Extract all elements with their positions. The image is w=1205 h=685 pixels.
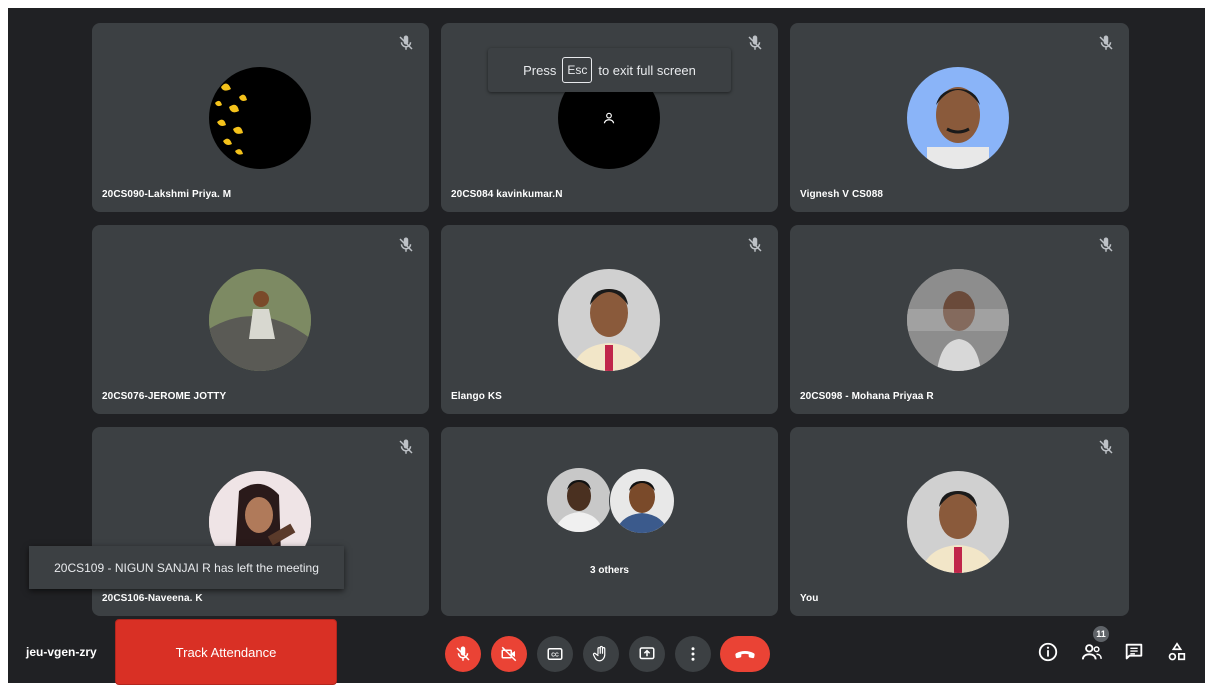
camera-off-icon: [501, 646, 517, 662]
participant-name: 20CS076-JEROME JOTTY: [102, 391, 227, 402]
avatar: [558, 269, 660, 371]
avatar: [209, 269, 311, 371]
more-vertical-icon: [691, 647, 695, 661]
participant-name: You: [800, 593, 819, 604]
mic-off-icon: [399, 439, 413, 454]
avatar: [547, 468, 611, 532]
avatar: [907, 269, 1009, 371]
mic-off-icon: [399, 35, 413, 50]
track-attendance-button[interactable]: Track Attendance: [115, 619, 337, 685]
participant-tile[interactable]: 20CS090-Lakshmi Priya. M: [92, 23, 429, 212]
avatar: [209, 67, 311, 169]
mic-off-icon: [1099, 237, 1113, 252]
activities-button[interactable]: [1165, 640, 1189, 664]
mic-toggle-button[interactable]: [445, 636, 481, 672]
mic-off-icon: [748, 237, 762, 252]
more-options-button[interactable]: [675, 636, 711, 672]
raise-hand-icon: [592, 645, 606, 662]
fullscreen-hint: Press Esc to exit full screen: [488, 48, 731, 92]
mic-off-icon: [748, 35, 762, 50]
participant-name: Vignesh V CS088: [800, 189, 884, 200]
svg-text:CC: CC: [551, 652, 559, 658]
captions-button[interactable]: CC: [537, 636, 573, 672]
participant-tile[interactable]: Vignesh V CS088: [790, 23, 1129, 212]
fullscreen-hint-press: Press: [523, 62, 557, 78]
participant-name: 20CS098 - Mohana Priyaa R: [800, 391, 934, 402]
others-tile[interactable]: 3 others: [441, 427, 778, 616]
people-icon: [1081, 644, 1102, 660]
present-screen-icon: [639, 647, 655, 660]
participants-count-badge: 11: [1093, 626, 1109, 642]
mic-off-icon: [456, 646, 470, 661]
camera-toggle-button[interactable]: [491, 636, 527, 672]
mic-off-icon: [399, 237, 413, 252]
participant-name: Elango KS: [451, 391, 502, 402]
meeting-details-button[interactable]: [1036, 640, 1060, 664]
participant-name: 20CS106-Naveena. K: [102, 593, 203, 604]
leave-call-button[interactable]: [720, 636, 770, 672]
participant-name: 20CS090-Lakshmi Priya. M: [102, 189, 232, 200]
chat-button[interactable]: [1122, 640, 1146, 664]
self-tile[interactable]: You: [790, 427, 1129, 616]
person-icon: [603, 112, 615, 124]
avatar: [907, 67, 1009, 169]
fullscreen-hint-rest: to exit full screen: [598, 62, 696, 78]
participant-tile[interactable]: Elango KS: [441, 225, 778, 414]
participant-tile[interactable]: 20CS098 - Mohana Priyaa R: [790, 225, 1129, 414]
meeting-code: jeu-vgen-zry: [26, 645, 97, 659]
present-screen-button[interactable]: [629, 636, 665, 672]
raise-hand-button[interactable]: [583, 636, 619, 672]
mic-off-icon: [1099, 439, 1113, 454]
participant-tile[interactable]: 20CS076-JEROME JOTTY: [92, 225, 429, 414]
closed-captions-icon: CC: [547, 648, 563, 660]
activities-icon: [1168, 642, 1186, 661]
others-count-label: 3 others: [590, 565, 629, 576]
hang-up-icon: [735, 651, 755, 659]
participant-name: 20CS084 kavinkumar.N: [451, 189, 563, 200]
chat-icon: [1125, 643, 1143, 660]
avatar: [907, 471, 1009, 573]
people-button[interactable]: [1080, 640, 1104, 664]
meeting-stage: 20CS090-Lakshmi Priya. M 20CS084 kavinku…: [8, 8, 1205, 685]
mic-off-icon: [1099, 35, 1113, 50]
info-icon: [1038, 642, 1058, 662]
left-meeting-toast: 20CS109 - NIGUN SANJAI R has left the me…: [29, 546, 344, 589]
esc-key: Esc: [562, 57, 593, 83]
avatar: [609, 468, 675, 534]
